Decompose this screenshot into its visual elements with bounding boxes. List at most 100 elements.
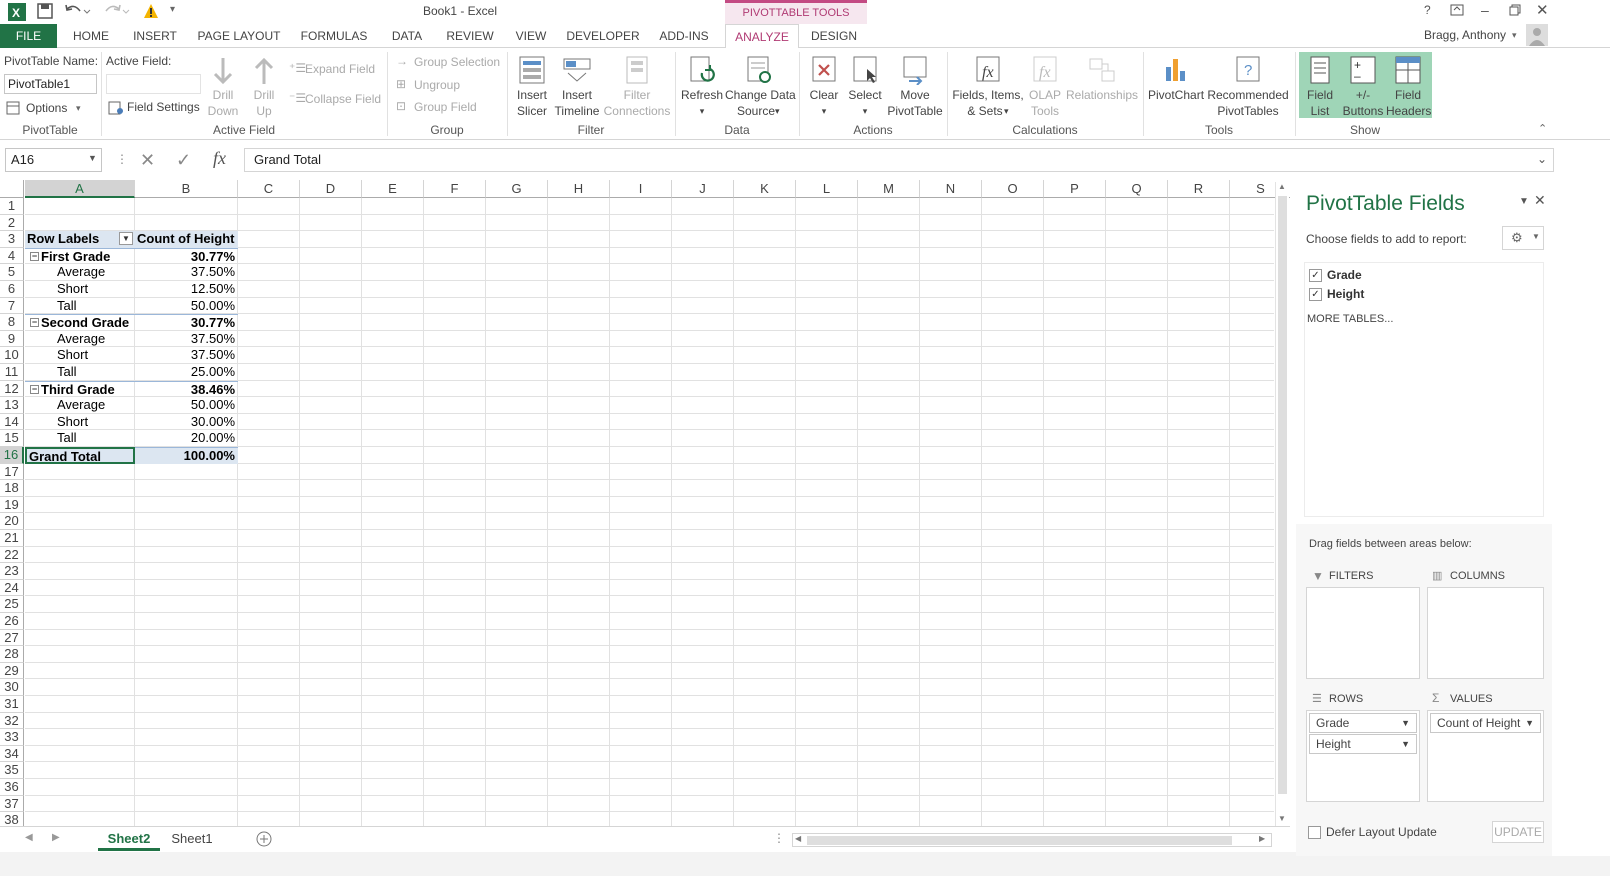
recommended-pivottables-button[interactable]: ? Recommended PivotTables bbox=[1205, 52, 1291, 122]
pivot-row-label[interactable]: Average bbox=[25, 331, 135, 348]
close-icon[interactable]: ✕ bbox=[1536, 1, 1549, 19]
row-field-grade[interactable]: Grade ▼ bbox=[1309, 713, 1417, 733]
ribbon-display-icon[interactable] bbox=[1450, 4, 1464, 16]
refresh-button[interactable]: Refresh ▾ bbox=[680, 52, 724, 122]
clear-button[interactable]: Clear ▾ bbox=[804, 52, 844, 122]
row-header[interactable]: 2 bbox=[0, 214, 24, 232]
column-header-g[interactable]: G bbox=[486, 180, 548, 198]
tab-home[interactable]: HOME bbox=[62, 24, 120, 48]
row-header[interactable]: 21 bbox=[0, 530, 24, 547]
insert-function-icon[interactable]: fx bbox=[213, 148, 226, 169]
column-header-c[interactable]: C bbox=[238, 180, 300, 198]
column-header-e[interactable]: E bbox=[362, 180, 424, 198]
pivot-row-label[interactable]: Average bbox=[25, 264, 135, 281]
tab-add-ins[interactable]: ADD-INS bbox=[652, 24, 716, 48]
tab-developer[interactable]: DEVELOPER bbox=[562, 24, 644, 48]
active-field-input[interactable] bbox=[106, 74, 201, 94]
column-header-q[interactable]: Q bbox=[1106, 180, 1168, 198]
user-dropdown-icon[interactable]: ▾ bbox=[1512, 30, 1517, 41]
undo-icon[interactable] bbox=[64, 3, 92, 19]
pivot-row-label[interactable]: Tall bbox=[25, 364, 135, 381]
collapse-toggle-icon[interactable]: − bbox=[30, 384, 39, 394]
warning-icon[interactable] bbox=[143, 3, 159, 19]
collapse-ribbon-icon[interactable]: ⌃ bbox=[1538, 122, 1547, 135]
grand-total-value[interactable]: 100.00% bbox=[135, 447, 238, 464]
scroll-down-icon[interactable]: ▼ bbox=[1278, 814, 1286, 823]
rows-drop-area[interactable]: Grade ▼ Height ▼ bbox=[1306, 710, 1420, 802]
row-field-height[interactable]: Height ▼ bbox=[1309, 734, 1417, 754]
user-name[interactable]: Bragg, Anthony bbox=[1424, 28, 1506, 42]
row-header[interactable]: 13 bbox=[0, 397, 24, 414]
row-header[interactable]: 8 bbox=[0, 314, 24, 331]
sheet-scroll-left-icon[interactable]: ◀ bbox=[25, 832, 33, 843]
expand-formula-bar-icon[interactable]: ⌄ bbox=[1537, 152, 1547, 166]
column-header-l[interactable]: L bbox=[796, 180, 858, 198]
redo-icon[interactable] bbox=[103, 3, 131, 19]
column-header-f[interactable]: F bbox=[424, 180, 486, 198]
pivot-row-label[interactable]: Average bbox=[25, 397, 135, 414]
pivot-group-label[interactable]: Third Grade − bbox=[25, 380, 135, 398]
minimize-icon[interactable]: – bbox=[1481, 2, 1489, 18]
filters-drop-area[interactable] bbox=[1306, 587, 1420, 679]
tab-analyze[interactable]: ANALYZE bbox=[725, 24, 799, 49]
row-header[interactable]: 7 bbox=[0, 297, 24, 315]
field-settings-button[interactable]: Field Settings bbox=[108, 99, 200, 117]
row-header[interactable]: 36 bbox=[0, 779, 24, 796]
column-header-h[interactable]: H bbox=[548, 180, 610, 198]
tab-insert[interactable]: INSERT bbox=[125, 24, 185, 48]
tab-data[interactable]: DATA bbox=[382, 24, 432, 48]
options-button[interactable]: Options ▾ bbox=[6, 99, 96, 117]
collapse-toggle-icon[interactable]: − bbox=[30, 251, 39, 261]
checkbox-checked-icon[interactable]: ✓ bbox=[1309, 288, 1322, 301]
pivot-value[interactable]: 50.00% bbox=[135, 298, 238, 315]
pivot-value[interactable]: 37.50% bbox=[135, 264, 238, 281]
row-header[interactable]: 28 bbox=[0, 646, 24, 663]
row-header[interactable]: 15 bbox=[0, 430, 24, 447]
column-header-m[interactable]: M bbox=[858, 180, 920, 198]
grand-total-label[interactable]: Grand Total bbox=[25, 447, 135, 464]
tab-review[interactable]: REVIEW bbox=[440, 24, 500, 48]
row-header[interactable]: 16 bbox=[0, 447, 24, 464]
row-header[interactable]: 1 bbox=[0, 198, 24, 215]
row-header[interactable]: 29 bbox=[0, 662, 24, 680]
field-list-button[interactable]: Field List bbox=[1300, 52, 1340, 122]
pivot-value[interactable]: 50.00% bbox=[135, 397, 238, 414]
horizontal-scrollbar[interactable]: ◀ ▶ bbox=[792, 833, 1272, 847]
select-button[interactable]: Select ▾ bbox=[845, 52, 885, 122]
ungroup-button[interactable]: ⊞ Ungroup bbox=[396, 77, 506, 95]
row-header[interactable]: 3 bbox=[0, 231, 24, 248]
row-header[interactable]: 31 bbox=[0, 696, 24, 713]
row-header[interactable]: 23 bbox=[0, 563, 24, 580]
pivot-row-label[interactable]: Short bbox=[25, 414, 135, 431]
vertical-scroll-thumb[interactable] bbox=[1278, 196, 1287, 794]
row-header[interactable]: 11 bbox=[0, 364, 24, 381]
column-header-o[interactable]: O bbox=[982, 180, 1044, 198]
horizontal-scroll-thumb[interactable] bbox=[807, 836, 1232, 845]
drill-up-button[interactable]: Drill Up bbox=[244, 52, 284, 122]
formula-input[interactable]: Grand Total bbox=[244, 148, 1554, 172]
cancel-icon[interactable]: ✕ bbox=[140, 150, 155, 171]
pivot-group-label[interactable]: Second Grade − bbox=[25, 314, 135, 331]
field-height[interactable]: ✓ Height bbox=[1309, 286, 1539, 304]
customize-qat-icon[interactable]: ▾ bbox=[170, 4, 175, 15]
select-all-corner[interactable] bbox=[0, 180, 24, 198]
checkbox-checked-icon[interactable]: ✓ bbox=[1309, 269, 1322, 282]
relationships-button[interactable]: Relationships bbox=[1066, 52, 1138, 122]
sheet-tab-sheet2[interactable]: Sheet2 bbox=[98, 827, 160, 851]
new-sheet-icon[interactable] bbox=[256, 831, 272, 847]
columns-drop-area[interactable] bbox=[1427, 587, 1544, 679]
plus-minus-buttons-button[interactable]: + – +/- Buttons bbox=[1341, 52, 1385, 122]
name-box-dropdown-icon[interactable]: ▼ bbox=[88, 153, 97, 163]
pivot-row-label[interactable]: Tall bbox=[25, 298, 135, 315]
column-header-a[interactable]: A bbox=[25, 180, 135, 198]
column-header-d[interactable]: D bbox=[300, 180, 362, 198]
tab-page-layout[interactable]: PAGE LAYOUT bbox=[192, 24, 286, 48]
tab-split-grip-icon[interactable]: ⋮ bbox=[773, 831, 785, 845]
row-header[interactable]: 26 bbox=[0, 613, 24, 630]
enter-icon[interactable]: ✓ bbox=[176, 150, 191, 171]
scroll-right-icon[interactable]: ▶ bbox=[1259, 834, 1265, 843]
row-header[interactable]: 18 bbox=[0, 480, 24, 497]
column-header-b[interactable]: B bbox=[135, 180, 238, 198]
pivottable-name-input[interactable]: PivotTable1 bbox=[4, 74, 97, 94]
chip-dropdown-icon[interactable]: ▼ bbox=[1401, 735, 1410, 753]
